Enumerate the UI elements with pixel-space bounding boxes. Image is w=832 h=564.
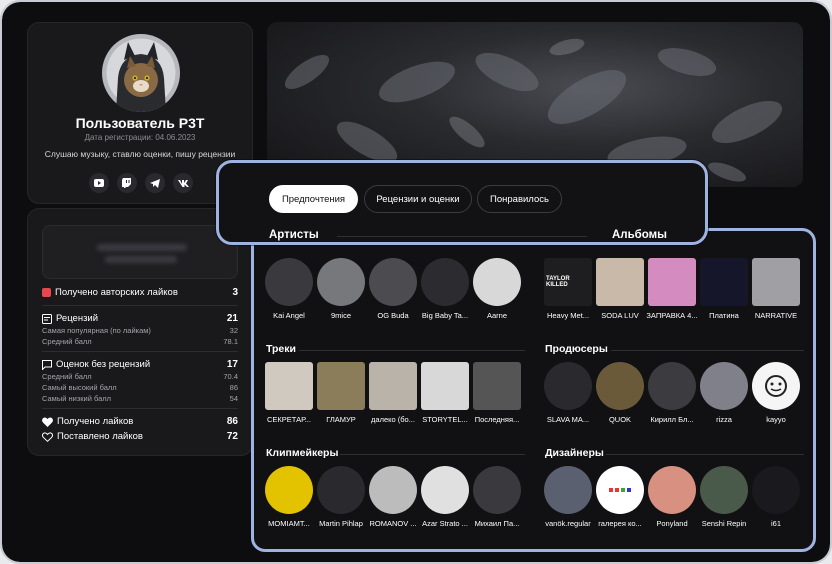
designer-name[interactable]: Ponyland (643, 519, 701, 528)
album-image[interactable] (752, 258, 800, 306)
artist-image[interactable] (369, 258, 417, 306)
producer-name[interactable]: SLAVA MA... (539, 415, 597, 424)
producer-name[interactable]: QUOK (591, 415, 649, 424)
clipmaker-image[interactable] (317, 466, 365, 514)
app-window: Пользователь P3T Дата регистрации: 04.06… (2, 2, 830, 562)
producer-name[interactable]: Кирилл Бл... (643, 415, 701, 424)
stat-reviews: Рецензий 21 (42, 313, 238, 324)
track-image[interactable] (265, 362, 313, 410)
album-name[interactable]: Платина (695, 311, 753, 320)
producer-image[interactable] (544, 362, 592, 410)
clipmaker-name[interactable]: ROMANOV ... (364, 519, 422, 528)
registration-date: Дата регистрации: 04.06.2023 (84, 133, 196, 142)
section-title-artists: Артисты (269, 229, 319, 241)
producer-image[interactable] (596, 362, 644, 410)
designer-image[interactable] (544, 466, 592, 514)
album-name[interactable]: ЗАПРАВКА 4... (643, 311, 701, 320)
producer-image[interactable] (752, 362, 800, 410)
heart-filled-icon (42, 416, 53, 427)
clipmaker-image[interactable] (369, 466, 417, 514)
tab-reviews-ratings[interactable]: Рецензии и оценки (364, 185, 472, 213)
track-name[interactable]: ГЛАМУР (312, 415, 370, 424)
track-name[interactable]: СЕКРЕТАР... (260, 415, 318, 424)
stat-author-likes: Получено авторских лайков 3 (42, 287, 238, 298)
stat-sub: Самый высокий балл 86 (42, 383, 238, 392)
clipmaker-image[interactable] (265, 466, 313, 514)
twitch-icon[interactable] (117, 173, 137, 193)
stat-likes-got: Получено лайков 86 (42, 416, 238, 427)
artist-image[interactable] (317, 258, 365, 306)
artist-name[interactable]: Big Baby Ta... (416, 311, 474, 320)
artist-name[interactable]: Kai Angel (260, 311, 318, 320)
producer-name[interactable]: kayyo (747, 415, 805, 424)
album-name[interactable]: Heavy Met... (539, 311, 597, 320)
designer-image[interactable] (596, 466, 644, 514)
clipmaker-name[interactable]: MOMIAMT... (260, 519, 318, 528)
album-image[interactable] (596, 258, 644, 306)
tabs-panel: Предпочтения Рецензии и оценки Понравило… (216, 160, 708, 245)
album-image[interactable] (700, 258, 748, 306)
vk-icon[interactable] (173, 173, 193, 193)
section-title-clipmakers: Клипмейкеры (266, 447, 339, 459)
album-art-text: TAYLOR KILLED (546, 276, 570, 288)
avatar[interactable] (102, 34, 180, 112)
section-title-albums: Альбомы (612, 229, 667, 241)
username: Пользователь P3T (75, 115, 205, 131)
stats-card: Получено авторских лайков 3 Рецензий 21 … (27, 208, 253, 456)
review-icon (42, 313, 52, 324)
clipmaker-name[interactable]: Михаил Па... (468, 519, 526, 528)
youtube-icon[interactable] (89, 173, 109, 193)
artist-name[interactable]: 9mice (312, 311, 370, 320)
stat-sub: Средний балл 70.4 (42, 372, 238, 381)
comment-icon (42, 359, 52, 370)
clipmaker-image[interactable] (421, 466, 469, 514)
section-title-tracks: Треки (266, 343, 296, 355)
designer-name[interactable]: Senshi Repin (695, 519, 753, 528)
blurred-banner (42, 225, 238, 279)
artist-name[interactable]: Aarne (468, 311, 526, 320)
album-name[interactable]: NARRATIVE (747, 311, 805, 320)
producer-image[interactable] (648, 362, 696, 410)
designer-name[interactable]: vanök.regular (539, 519, 597, 528)
artist-image[interactable] (473, 258, 521, 306)
track-image[interactable] (473, 362, 521, 410)
designer-image[interactable] (752, 466, 800, 514)
designer-name[interactable]: i61 (747, 519, 805, 528)
designer-name[interactable]: галерея ко... (591, 519, 649, 528)
album-name[interactable]: SODA LUV (591, 311, 649, 320)
stat-sub: Самая популярная (по лайкам) 32 (42, 326, 238, 335)
tab-preferences[interactable]: Предпочтения (269, 185, 358, 213)
heart-outline-icon (42, 431, 53, 442)
artist-image[interactable] (265, 258, 313, 306)
album-image[interactable]: TAYLOR KILLED (544, 258, 592, 306)
clipmaker-name[interactable]: Martin Pihlap (312, 519, 370, 528)
track-image[interactable] (317, 362, 365, 410)
tab-liked[interactable]: Понравилось (477, 185, 562, 213)
social-links (86, 173, 196, 193)
producer-name[interactable]: rizza (695, 415, 753, 424)
stat-ratings: Оценок без рецензий 17 (42, 359, 238, 370)
designer-image[interactable] (648, 466, 696, 514)
clipmaker-image[interactable] (473, 466, 521, 514)
track-name[interactable]: далеко (бо... (364, 415, 422, 424)
section-title-producers: Продюсеры (545, 343, 608, 355)
designer-image[interactable] (700, 466, 748, 514)
stat-likes-given: Поставлено лайков 72 (42, 431, 238, 442)
preferences-panel: Треки Продюсеры Клипмейкеры Дизайнеры Ka… (251, 228, 816, 552)
track-name[interactable]: STORYTEL... (416, 415, 474, 424)
artist-image[interactable] (421, 258, 469, 306)
section-title-designers: Дизайнеры (545, 447, 604, 459)
track-image[interactable] (369, 362, 417, 410)
heart-badge-icon (42, 288, 51, 297)
artist-name[interactable]: OG Buda (364, 311, 422, 320)
clipmaker-name[interactable]: Azar Strato ... (416, 519, 474, 528)
stat-sub: Средний балл 78.1 (42, 337, 238, 346)
track-name[interactable]: Последняя... (468, 415, 526, 424)
album-image[interactable] (648, 258, 696, 306)
bio: Слушаю музыку, ставлю оценки, пишу рецен… (44, 149, 236, 159)
stat-sub: Самый низкий балл 54 (42, 394, 238, 403)
producer-image[interactable] (700, 362, 748, 410)
track-image[interactable] (421, 362, 469, 410)
telegram-icon[interactable] (145, 173, 165, 193)
